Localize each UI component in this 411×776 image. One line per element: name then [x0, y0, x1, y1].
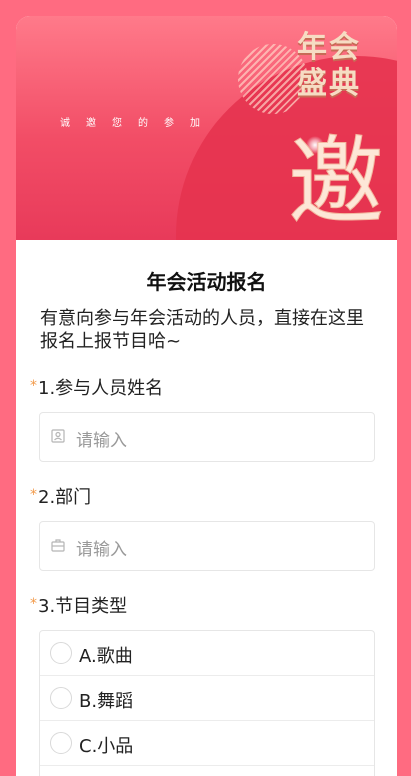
option-label: C.小品: [79, 736, 134, 757]
form-description: 有意向参与年会活动的人员，直接在这里报名上报节目哈~: [40, 308, 364, 352]
option-label: A.歌曲: [79, 646, 133, 667]
radio-button[interactable]: [50, 642, 72, 664]
question-2-text: 2.部门: [38, 487, 92, 508]
briefcase-icon: [51, 539, 65, 552]
question-1-text: 1.参与人员姓名: [38, 378, 164, 399]
department-input-placeholder: 请输入: [76, 540, 127, 560]
option-song[interactable]: A.歌曲: [40, 631, 374, 676]
name-input[interactable]: 请输入: [39, 412, 375, 462]
required-mark: *: [30, 596, 37, 612]
form-title: 年会活动报名: [146, 270, 267, 294]
radio-button[interactable]: [50, 687, 72, 709]
department-input[interactable]: 请输入: [39, 521, 375, 571]
question-3-text: 3.节目类型: [38, 596, 128, 617]
form-content: 年会活动报名 有意向参与年会活动的人员，直接在这里报名上报节目哈~: [16, 240, 397, 353]
name-input-placeholder: 请输入: [76, 431, 127, 451]
question-2-label: *2.部门: [30, 483, 91, 509]
question-1-label: *1.参与人员姓名: [30, 374, 163, 400]
banner-title-line2: 盛典: [297, 66, 361, 101]
option-dance[interactable]: B.舞蹈: [40, 676, 374, 721]
option-label: B.舞蹈: [79, 691, 134, 712]
required-mark: *: [30, 487, 37, 503]
banner-big-character: 邀: [288, 126, 385, 238]
radio-button[interactable]: [50, 732, 72, 754]
user-icon: [51, 429, 65, 443]
header-banner: 年会 盛典 诚邀您的参加 邀: [16, 16, 397, 240]
question-3-label: *3.节目类型: [30, 592, 127, 618]
banner-invite-text: 诚邀您的参加: [60, 118, 216, 129]
form-card: 年会 盛典 诚邀您的参加 邀 年会活动报名 有意向参与年会活动的人员，直接在这里…: [16, 16, 397, 776]
program-type-options: A.歌曲 B.舞蹈 C.小品: [39, 630, 375, 776]
required-mark: *: [30, 378, 37, 394]
option-skit[interactable]: C.小品: [40, 721, 374, 766]
